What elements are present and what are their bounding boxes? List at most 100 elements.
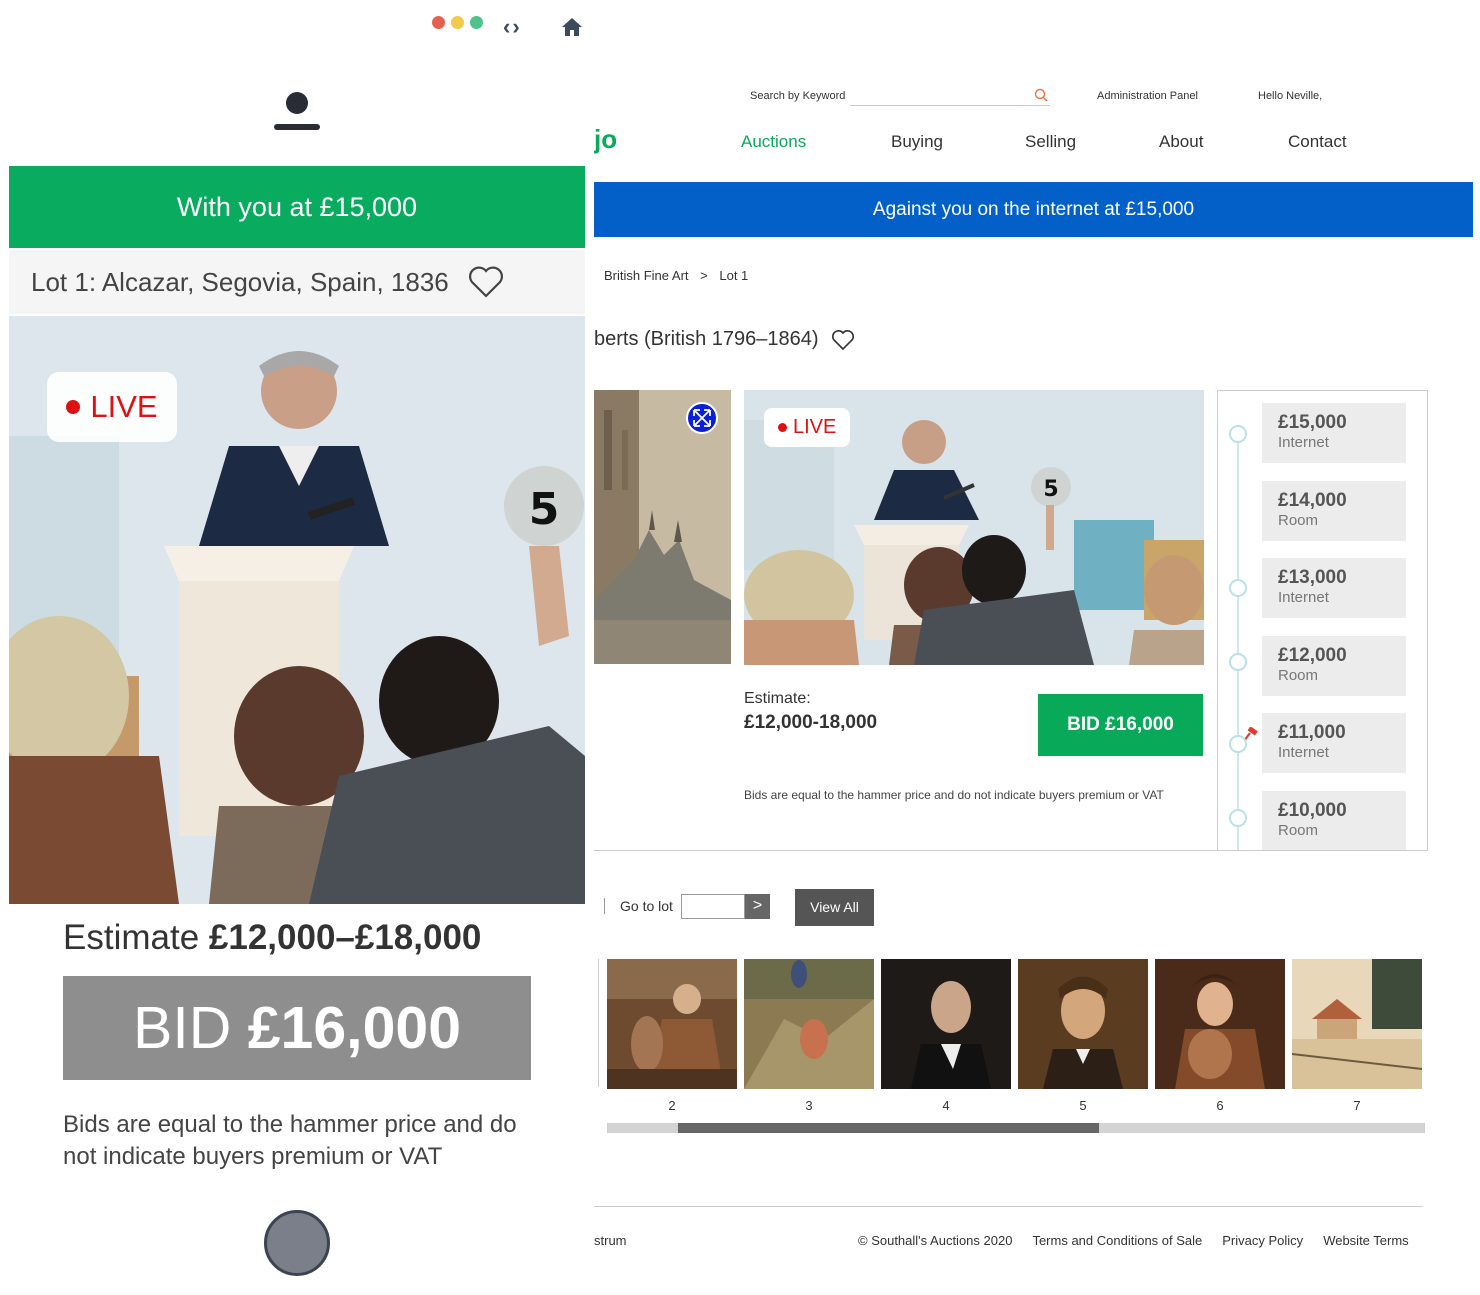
user-icon[interactable] (273, 90, 321, 132)
footer-links: © Southall's Auctions 2020 Terms and Con… (858, 1233, 1409, 1248)
maximize-window-dot[interactable] (470, 16, 483, 29)
bid-status-bar: With you at £15,000 (9, 166, 585, 248)
minimize-window-dot[interactable] (451, 16, 464, 29)
bid-amount: £12,000 (1278, 645, 1347, 666)
bid-history-item: £13,000 Internet (1262, 558, 1406, 618)
thumbnail-image (1292, 959, 1422, 1089)
bid-amount: £15,000 (1278, 412, 1347, 433)
go-to-lot-label: Go to lot (620, 898, 673, 914)
bid-button[interactable]: BID £16,000 (63, 976, 531, 1080)
thumbnail-number: 3 (805, 1098, 813, 1113)
live-auction-video[interactable]: 5 LIVE (9, 316, 585, 904)
carousel-scroll-thumb[interactable] (678, 1123, 1099, 1133)
lot-title: Lot 1: Alcazar, Segovia, Spain, 1836 (31, 266, 449, 297)
thumbnail-number: 2 (668, 1098, 676, 1113)
back-forward-arrows[interactable]: ‹› (503, 14, 522, 40)
bid-amount: £10,000 (1278, 800, 1347, 821)
paddle-number: 5 (529, 484, 560, 535)
bid-amount: £11,000 (1278, 722, 1346, 743)
bid-button[interactable]: BID £16,000 (1038, 694, 1203, 756)
site-logo[interactable]: jo (594, 124, 617, 155)
bid-source: Room (1278, 512, 1319, 529)
bid-source: Room (1278, 822, 1319, 839)
home-icon[interactable] (561, 16, 583, 38)
estimate-value: £12,000-18,000 (744, 712, 878, 733)
admin-panel-link[interactable]: Administration Panel (1097, 90, 1198, 102)
live-dot-icon (778, 423, 787, 433)
bid-history-item: £14,000 Room (1262, 481, 1406, 541)
lot-painting-image[interactable] (594, 390, 731, 664)
main-nav: Auctions Buying Selling About Contact (741, 132, 1347, 152)
breadcrumb-lot[interactable]: Lot 1 (719, 268, 748, 283)
section-divider (594, 850, 1217, 851)
view-all-button[interactable]: View All (795, 889, 874, 926)
estimate-label: Estimate (63, 918, 200, 957)
search-label: Search by Keyword (750, 90, 846, 102)
expand-icon[interactable] (686, 402, 718, 434)
bid-history-panel[interactable]: £15,000 Internet £14,000 Room £13,000 In… (1217, 390, 1428, 851)
bid-history-item: £15,000 Internet (1262, 403, 1406, 463)
bid-source: Internet (1278, 744, 1329, 761)
search-icon[interactable] (1034, 88, 1048, 102)
bid-status-bar: Against you on the internet at £15,000 (594, 182, 1473, 237)
footer-divider (594, 1206, 1423, 1207)
lot-thumbnail[interactable] (607, 959, 737, 1089)
heart-icon[interactable] (467, 265, 505, 299)
go-to-lot-button[interactable]: > (745, 894, 770, 919)
window-controls (432, 16, 483, 29)
mobile-page: With you at £15,000 Lot 1: Alcazar, Sego… (9, 54, 585, 1290)
thumbnail-image (881, 959, 1011, 1089)
nav-about[interactable]: About (1159, 132, 1288, 152)
timeline-line (1237, 431, 1239, 850)
search-input[interactable] (850, 86, 1050, 106)
nav-contact[interactable]: Contact (1288, 132, 1347, 152)
estimate: Estimate £12,000–£18,000 (63, 918, 481, 958)
live-badge-text: LIVE (90, 389, 158, 424)
nav-auctions[interactable]: Auctions (741, 132, 891, 152)
timeline-node (1229, 735, 1247, 753)
breadcrumb: British Fine Art > Lot 1 (604, 268, 756, 283)
lot-thumbnail[interactable] (744, 959, 874, 1089)
timeline-node (1229, 653, 1247, 671)
live-dot-icon (66, 400, 81, 414)
utility-bar: Search by Keyword Administration Panel H… (594, 60, 1480, 120)
bid-history-item: £10,000 Room (1262, 791, 1406, 850)
lot-thumbnail[interactable] (1292, 959, 1422, 1089)
nav-buying[interactable]: Buying (891, 132, 1025, 152)
footer-terms-link[interactable]: Terms and Conditions of Sale (1032, 1233, 1202, 1248)
bid-source: Internet (1278, 589, 1329, 606)
lot-thumbnail[interactable] (1155, 959, 1285, 1089)
footer-copyright: © Southall's Auctions 2020 (858, 1233, 1013, 1248)
lot-title-bar: Lot 1: Alcazar, Segovia, Spain, 1836 (9, 250, 585, 314)
breadcrumb-category[interactable]: British Fine Art (604, 268, 689, 283)
thumbnail-image (1155, 959, 1285, 1089)
home-button[interactable] (264, 1210, 330, 1276)
divider (604, 898, 605, 914)
bid-source: Internet (1278, 434, 1329, 451)
bid-amount: £14,000 (1278, 490, 1347, 511)
nav-selling[interactable]: Selling (1025, 132, 1159, 152)
lot-title-text: berts (British 1796–1864) (594, 328, 819, 350)
timeline-node (1229, 579, 1247, 597)
heart-icon[interactable] (831, 329, 855, 351)
close-window-dot[interactable] (432, 16, 445, 29)
footer-privacy-link[interactable]: Privacy Policy (1222, 1233, 1303, 1248)
carousel-divider (598, 959, 599, 1087)
bid-amount: £16,000 (247, 995, 462, 1061)
thumbnail-image (1018, 959, 1148, 1089)
go-to-lot-input[interactable] (681, 894, 745, 919)
lot-thumbnail[interactable] (1018, 959, 1148, 1089)
footer-website-terms-link[interactable]: Website Terms (1323, 1233, 1409, 1248)
footer-credit[interactable]: strum (594, 1233, 627, 1248)
lot-title: berts (British 1796–1864) (594, 328, 855, 351)
bid-disclaimer: Bids are equal to the hammer price and d… (744, 788, 1164, 802)
lot-thumbnail[interactable] (881, 959, 1011, 1089)
live-badge: LIVE (47, 372, 177, 442)
thumbnail-number: 5 (1079, 1098, 1087, 1113)
bid-disclaimer: Bids are equal to the hammer price and d… (63, 1111, 517, 1171)
live-auction-video[interactable]: 5 LIVE (744, 390, 1204, 665)
estimate-label: Estimate: (744, 690, 811, 707)
timeline-node (1229, 425, 1247, 443)
thumbnail-number: 4 (942, 1098, 950, 1113)
user-greeting[interactable]: Hello Neville, (1258, 90, 1322, 102)
